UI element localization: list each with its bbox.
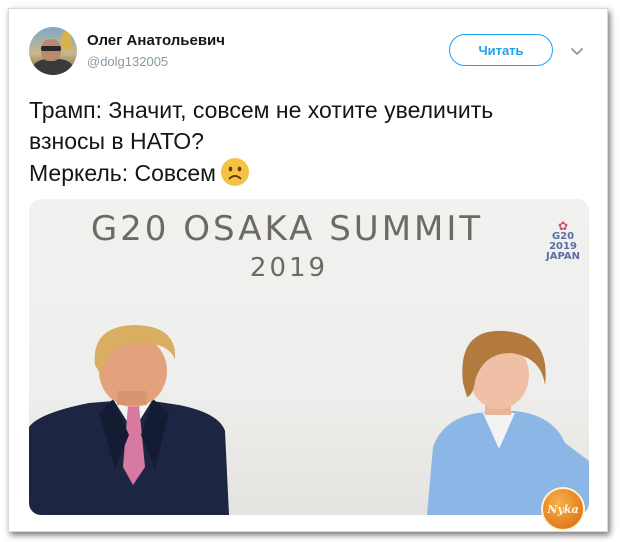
avatar[interactable] bbox=[29, 27, 77, 75]
tweet-text-line: взносы в НАТО? bbox=[29, 128, 204, 154]
tweet-card: Олег Анатольевич @dolg132005 Читать Трам… bbox=[8, 8, 608, 532]
watermark-logo: Nyka bbox=[541, 487, 585, 531]
banner-title: G20 OSAKA SUMMIT bbox=[90, 209, 484, 249]
tweet-text: Трамп: Значит, совсем не хотите увеличит… bbox=[29, 95, 599, 189]
tweet-text-fragment: Меркель: Совсем bbox=[29, 160, 216, 186]
g20-logo: ✿ G20 2019 JAPAN bbox=[541, 219, 585, 262]
follow-button[interactable]: Читать bbox=[449, 34, 553, 66]
tweet-text-line: Меркель: Совсем bbox=[29, 157, 599, 189]
chevron-down-icon[interactable] bbox=[569, 43, 585, 59]
banner-year: 2019 bbox=[249, 253, 329, 283]
sad-face-emoji-icon bbox=[221, 158, 249, 186]
avatar-glasses bbox=[41, 46, 61, 51]
tweet-photo[interactable]: G20 OSAKA SUMMIT 2019 ✿ G20 2019 JAPAN bbox=[29, 199, 589, 515]
logo-line: JAPAN bbox=[546, 251, 580, 262]
avatar-body bbox=[33, 59, 73, 75]
flower-icon: ✿ bbox=[557, 219, 569, 233]
author-handle[interactable]: @dolg132005 bbox=[87, 54, 168, 69]
avatar-dome bbox=[61, 31, 71, 49]
tweet-text-line: Трамп: Значит, совсем не хотите увеличит… bbox=[29, 97, 494, 123]
author-name[interactable]: Олег Анатольевич bbox=[87, 32, 225, 49]
